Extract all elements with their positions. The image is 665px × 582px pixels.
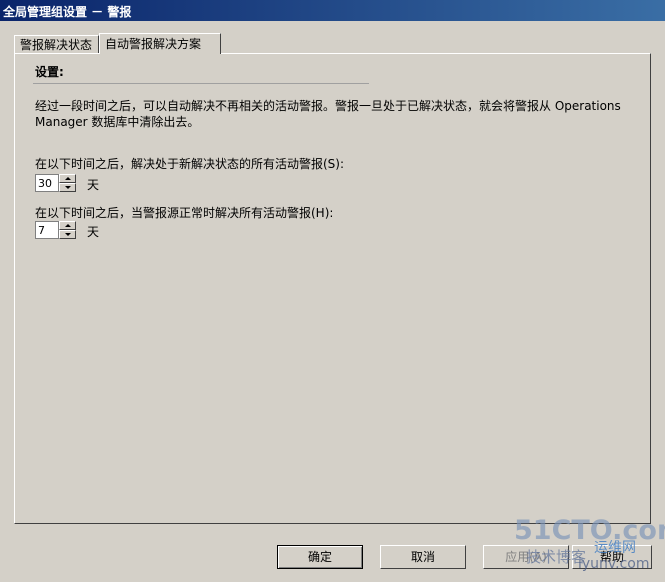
new-alerts-label: 在以下时间之后，解决处于新解决状态的所有活动警报(S):: [35, 157, 345, 171]
healthy-alerts-spin-buttons: [59, 221, 76, 239]
help-button[interactable]: 帮助: [572, 545, 652, 569]
spin-up-button[interactable]: [59, 174, 76, 183]
window-title: 全局管理组设置 － 警报: [3, 5, 132, 19]
spin-down-button[interactable]: [59, 183, 76, 192]
arrow-up-icon: [65, 177, 71, 180]
apply-button[interactable]: 应用(A): [483, 545, 569, 569]
new-alerts-days-input[interactable]: [35, 174, 59, 192]
tab-alert-resolution-states[interactable]: 警报解决状态: [14, 35, 99, 53]
settings-description: 经过一段时间之后，可以自动解决不再相关的活动警报。警报一旦处于已解决状态，就会将…: [35, 99, 621, 129]
spin-down-button[interactable]: [59, 230, 76, 239]
settings-heading: 设置:: [35, 65, 64, 79]
title-bar: 全局管理组设置 － 警报: [0, 0, 665, 21]
healthy-alerts-label: 在以下时间之后，当警报源正常时解决所有活动警报(H):: [35, 206, 334, 220]
healthy-alerts-unit: 天: [87, 225, 100, 239]
new-alerts-days-spinner: 天: [35, 174, 99, 192]
section-divider: [33, 83, 369, 84]
healthy-alerts-days-input[interactable]: [35, 221, 59, 239]
new-alerts-spin-buttons: [59, 174, 76, 192]
new-alerts-unit: 天: [87, 178, 100, 192]
cancel-button[interactable]: 取消: [380, 545, 466, 569]
tab-panel: 设置: 经过一段时间之后，可以自动解决不再相关的活动警报。警报一旦处于已解决状态…: [14, 53, 651, 524]
tab-auto-alert-resolution[interactable]: 自动警报解决方案: [99, 33, 221, 54]
arrow-up-icon: [65, 224, 71, 227]
ok-button[interactable]: 确定: [277, 545, 363, 569]
arrow-down-icon: [65, 233, 71, 236]
healthy-alerts-days-spinner: 天: [35, 221, 99, 239]
spin-up-button[interactable]: [59, 221, 76, 230]
arrow-down-icon: [65, 186, 71, 189]
